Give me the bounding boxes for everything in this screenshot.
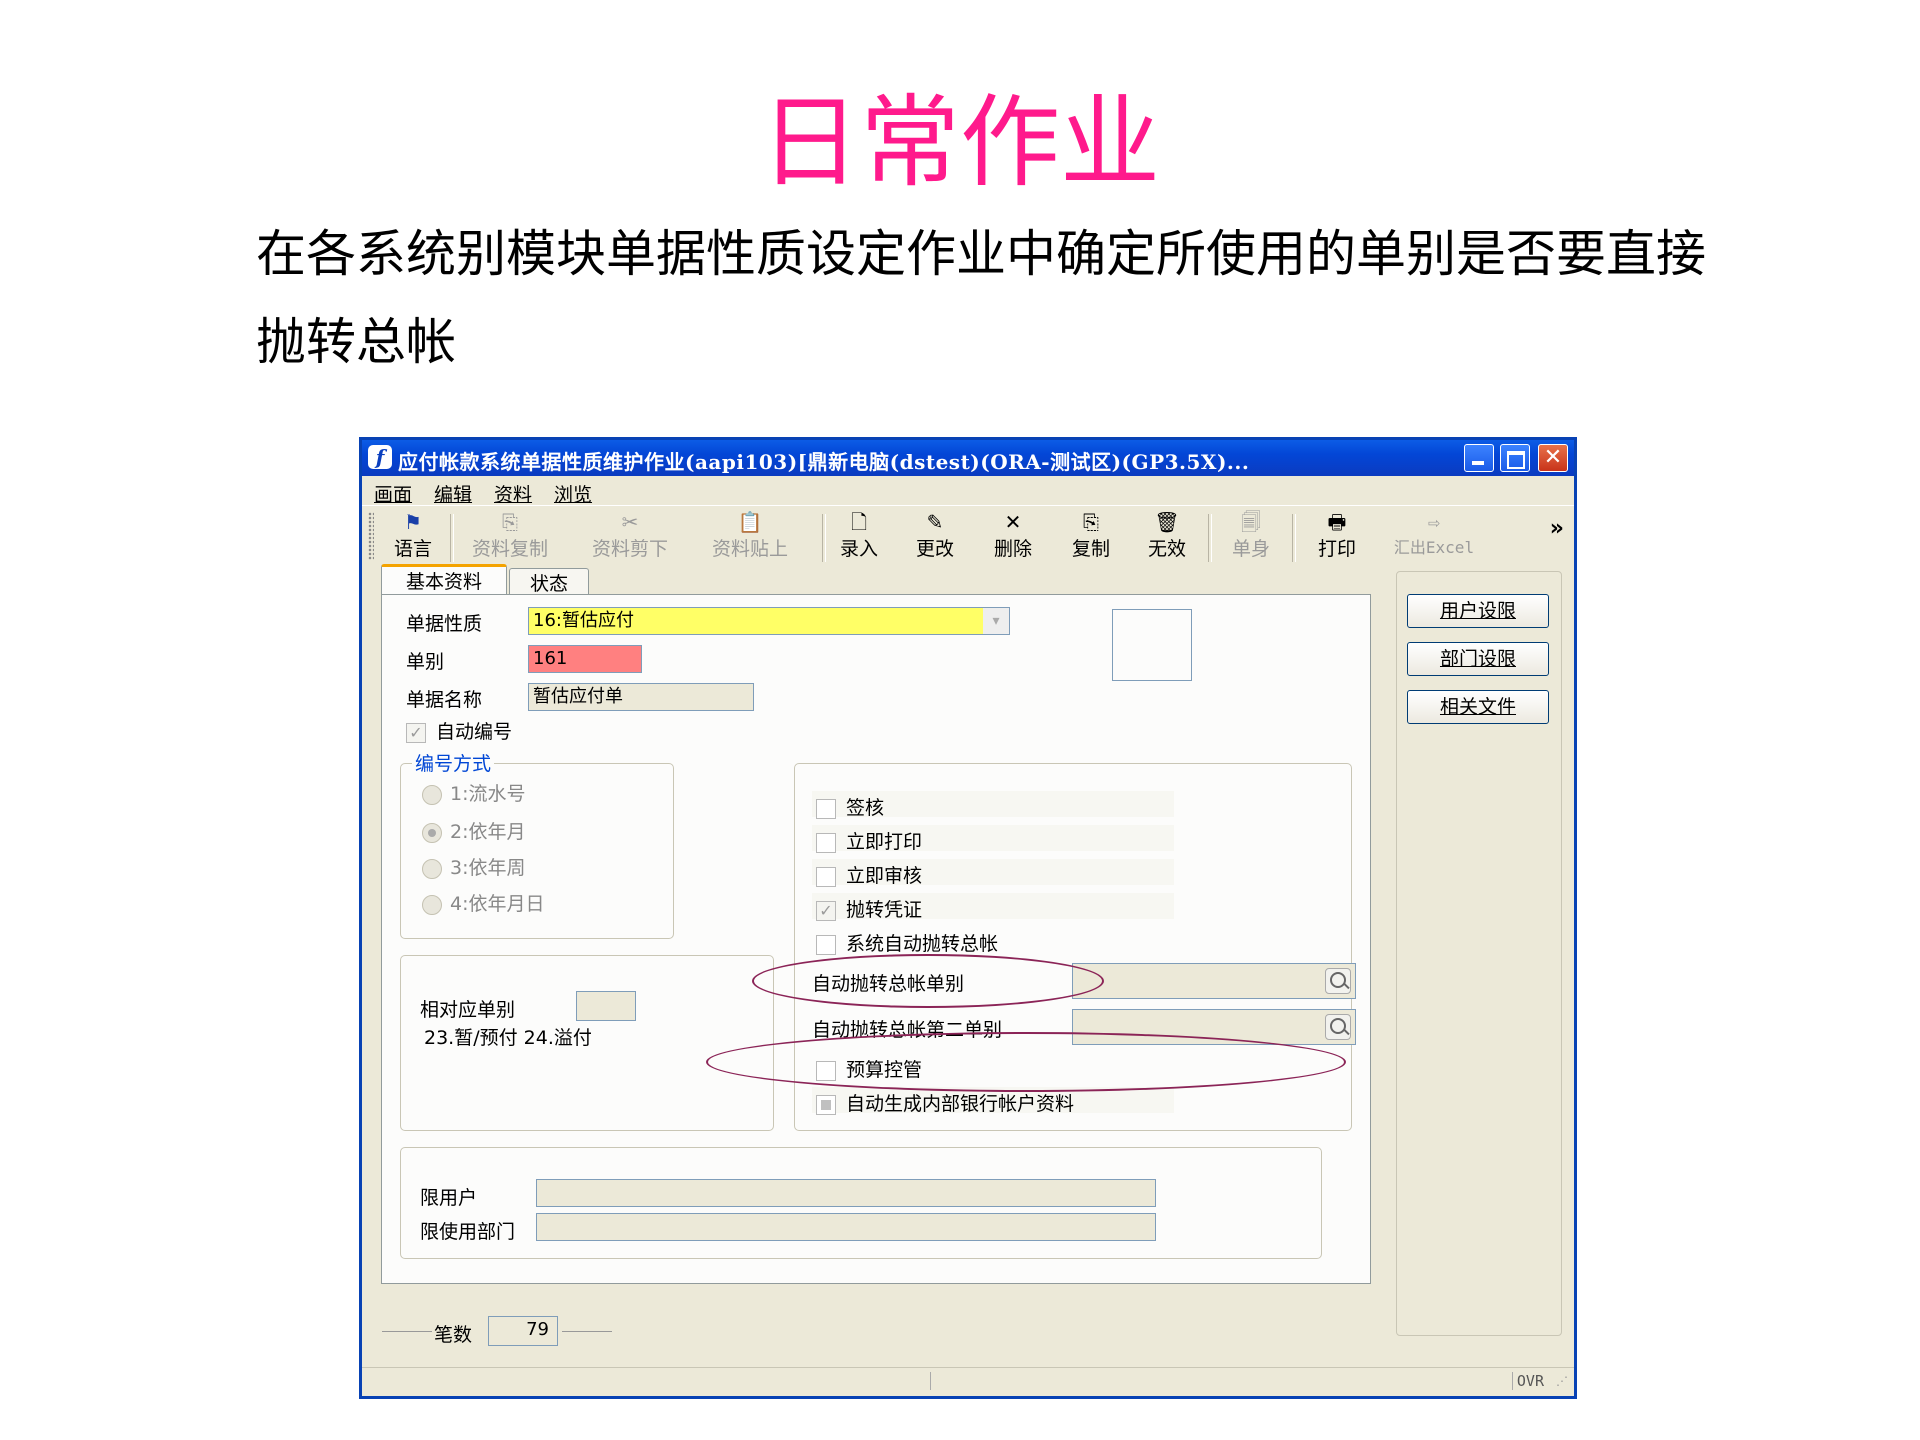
maximize-button[interactable]	[1500, 444, 1530, 472]
menu-item-screen[interactable]: 画面	[374, 480, 412, 507]
copy-icon: ⎘	[502, 510, 518, 534]
language-button[interactable]: ⚑ 语言	[390, 510, 436, 561]
corresponding-doc-note: 23.暂/预付 24.溢付	[424, 1027, 592, 1049]
count-value: 79	[488, 1316, 558, 1346]
minimize-button[interactable]	[1464, 444, 1494, 472]
title-bar[interactable]: f 应付帐款系统单据性质维护作业(aapi103)[鼎新电脑(dstest)(O…	[362, 440, 1574, 476]
doc-type-label: 单据性质	[406, 613, 483, 635]
chevron-down-icon[interactable]: ▾	[983, 608, 1009, 634]
main-form-panel: 单据性质 16:暂估应付 ▾ 单别 161 单据名称 暂估应付单 ✓ 自动编号 编…	[381, 594, 1371, 1284]
numbering-option-year-month[interactable]: 2:依年月	[422, 817, 526, 844]
printer-icon: 🖶	[1327, 510, 1347, 534]
slide-description: 在各系统别模块单据性质设定作业中确定所使用的单别是否要直接抛转总帐	[256, 225, 1706, 371]
detail-icon: 🗐	[1241, 510, 1261, 534]
export-excel-button[interactable]: ⇨ 汇出Excel	[1384, 510, 1484, 558]
menu-item-browse[interactable]: 浏览	[554, 480, 592, 507]
edit-button[interactable]: ✎ 更改	[910, 510, 960, 561]
window-title: 应付帐款系统单据性质维护作业(aapi103)[鼎新电脑(dstest)(ORA…	[398, 450, 1250, 474]
print-now-checkbox[interactable]: 立即打印	[816, 827, 922, 854]
close-icon: ✕	[1543, 445, 1563, 470]
numbering-option-serial[interactable]: 1:流水号	[422, 779, 526, 806]
toolbar-separator	[822, 514, 826, 562]
app-window: f 应付帐款系统单据性质维护作业(aapi103)[鼎新电脑(dstest)(O…	[359, 437, 1577, 1399]
numbering-option-year-month-day[interactable]: 4:依年月日	[422, 889, 545, 916]
detail-button[interactable]: 🗐 单身	[1226, 510, 1276, 561]
paste-data-button[interactable]: 📋 资料贴上	[702, 510, 798, 561]
add-button[interactable]: 🗋 录入	[834, 510, 884, 561]
export-icon: ⇨	[1427, 510, 1441, 534]
doc-code-input[interactable]: 161	[528, 645, 642, 673]
menu-item-edit[interactable]: 编辑	[434, 480, 472, 507]
doc-type-value: 16:暂估应付	[533, 610, 634, 631]
flag-icon: ⚑	[404, 510, 422, 534]
count-label: 笔数	[434, 1324, 473, 1346]
cross-icon: ✕	[1004, 510, 1022, 534]
side-button-panel: 用户设限 部门设限 相关文件	[1396, 571, 1562, 1336]
status-bar: OVR ⋰	[362, 1367, 1574, 1396]
auto-bank-account-checkbox[interactable]: 自动生成内部银行帐户资料	[816, 1089, 1074, 1116]
status-divider	[930, 1372, 931, 1390]
highlight-oval	[706, 1032, 1346, 1092]
app-logo-icon: f	[368, 445, 392, 469]
toolbar-separator	[450, 514, 454, 562]
limit-user-label: 限用户	[420, 1187, 478, 1209]
resize-grip-icon[interactable]: ⋰	[1556, 1374, 1568, 1388]
print-button[interactable]: 🖶 打印	[1312, 510, 1362, 561]
ovr-indicator: OVR	[1511, 1372, 1544, 1390]
copy-button[interactable]: ⎘ 复制	[1066, 510, 1116, 561]
numbering-option-year-week[interactable]: 3:依年周	[422, 853, 526, 880]
user-limit-button[interactable]: 用户设限	[1407, 594, 1549, 628]
paste-icon: 📋	[737, 510, 763, 534]
limit-user-input[interactable]	[536, 1179, 1156, 1207]
toolbar: ⚑ 语言 ⎘ 资料复制 ✂ 资料剪下 📋 资料贴上 🗋 录入 ✎ 更改 ✕ 删除…	[362, 505, 1574, 566]
copy-data-button[interactable]: ⎘ 资料复制	[462, 510, 558, 561]
menu-bar: 画面 编辑 资料 浏览	[362, 476, 1574, 507]
divider	[562, 1331, 612, 1332]
toolbar-separator	[1208, 514, 1212, 562]
dept-limit-button[interactable]: 部门设限	[1407, 642, 1549, 676]
slide-title: 日常作业	[760, 84, 1160, 201]
delete-button[interactable]: ✕ 删除	[988, 510, 1038, 561]
toolbar-separator	[1292, 514, 1296, 562]
corresponding-doc-label: 相对应单别	[420, 999, 516, 1021]
search-icon[interactable]	[1325, 968, 1351, 994]
trash-icon: 🗑	[1154, 510, 1180, 534]
auto-number-checkbox[interactable]: ✓ 自动编号	[406, 717, 512, 744]
highlight-oval	[752, 954, 1104, 1008]
doc-code-label: 单别	[406, 651, 445, 673]
pencil-icon: ✎	[926, 510, 944, 534]
menu-item-data[interactable]: 资料	[494, 480, 532, 507]
tab-basic-info[interactable]: 基本资料	[381, 564, 507, 596]
toolbar-grip[interactable]	[368, 512, 374, 560]
limit-dept-input[interactable]	[536, 1213, 1156, 1241]
image-box	[1112, 609, 1192, 681]
cut-data-button[interactable]: ✂ 资料剪下	[582, 510, 678, 561]
transfer-voucher-checkbox[interactable]: ✓ 抛转凭证	[816, 895, 922, 922]
new-document-icon: 🗋	[850, 510, 868, 534]
auto-gl-doc-input[interactable]	[1072, 963, 1356, 999]
auto-transfer-gl-checkbox[interactable]: 系统自动抛转总帐	[816, 929, 998, 956]
numbering-group-title: 编号方式	[412, 749, 495, 776]
approve-now-checkbox[interactable]: 立即审核	[816, 861, 922, 888]
invalidate-button[interactable]: 🗑 无效	[1142, 510, 1192, 561]
close-button[interactable]: ✕	[1538, 444, 1568, 472]
sign-checkbox[interactable]: 签核	[816, 793, 884, 820]
copy-icon: ⎘	[1083, 510, 1099, 534]
corresponding-doc-input[interactable]	[576, 991, 636, 1021]
related-files-button[interactable]: 相关文件	[1407, 690, 1549, 724]
doc-type-select[interactable]: 16:暂估应付 ▾	[528, 607, 1010, 635]
divider	[382, 1331, 432, 1332]
toolbar-overflow-button[interactable]: »	[1550, 516, 1564, 541]
scissors-icon: ✂	[621, 510, 639, 534]
doc-name-label: 单据名称	[406, 689, 483, 711]
search-icon[interactable]	[1325, 1014, 1351, 1040]
limit-dept-label: 限使用部门	[420, 1221, 516, 1243]
doc-name-input[interactable]: 暂估应付单	[528, 683, 754, 711]
